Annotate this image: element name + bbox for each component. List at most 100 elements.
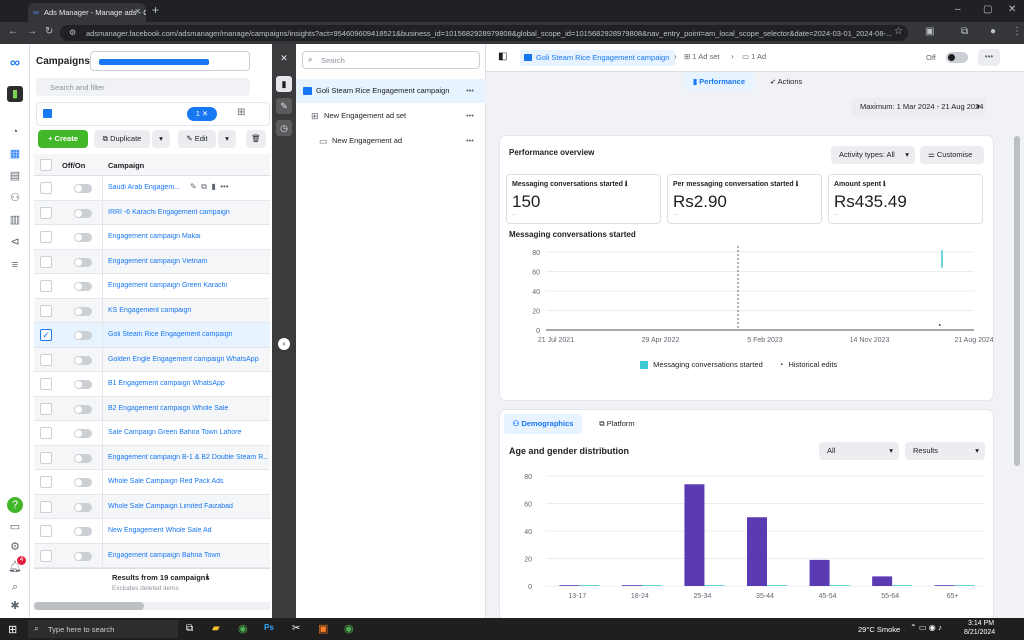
campaign-name-link[interactable]: Whole Sale Campaign Limited Faizabad — [108, 503, 268, 510]
xampp-icon[interactable]: ▣ — [318, 622, 328, 635]
table-row[interactable]: Saudi Arab Engagem... ✎ ⧉ ▮ ••• — [34, 176, 270, 201]
row-toggle[interactable] — [74, 551, 92, 561]
campaign-name-link[interactable]: Whole Sale Campaign Red Pack Ads — [108, 478, 268, 485]
row-checkbox[interactable] — [40, 182, 52, 194]
maximize-icon[interactable]: ▢ — [983, 4, 992, 15]
row-checkbox[interactable] — [40, 280, 52, 292]
close-panel-icon[interactable]: ✕ — [276, 50, 292, 66]
tab-performance[interactable]: ▮ Performance — [684, 72, 754, 91]
tab-demographics[interactable]: ⚇ Demographics — [504, 414, 582, 434]
table-row[interactable]: Engagement campaign Bahria Town — [34, 543, 270, 568]
search-icon[interactable]: ⌕ — [7, 579, 23, 595]
bookmark-star-icon[interactable]: ☆ — [894, 26, 903, 37]
info-icon[interactable]: ℹ — [625, 181, 628, 188]
all-tools-menu-icon[interactable]: ≡ — [7, 257, 23, 273]
tab-actions[interactable]: ➶ Actions — [761, 72, 811, 91]
profile-icon[interactable]: ● — [990, 26, 996, 37]
chrome-icon[interactable]: ◉ — [238, 622, 248, 635]
extension-icon[interactable]: ▣ — [925, 26, 934, 37]
row-toggle[interactable] — [74, 502, 92, 512]
capcut-icon[interactable]: ✂ — [292, 623, 300, 634]
table-row[interactable]: IRRI -6 Karachi Engagement campaign — [34, 200, 270, 225]
new-tab-icon[interactable]: + — [152, 3, 159, 17]
adset-more-icon[interactable]: ••• — [466, 104, 474, 128]
campaign-name-link[interactable]: IRRI -6 Karachi Engagement campaign — [108, 209, 268, 216]
reload-icon[interactable]: ↻ — [45, 26, 53, 37]
campaign-name-link[interactable]: B1 Engagement campaign WhatsApp — [108, 380, 268, 387]
table-row[interactable]: Engagement campaign Green Karachi — [34, 274, 270, 299]
breadcrumb-ad[interactable]: ▭ 1 Ad — [742, 52, 766, 61]
row-checkbox[interactable] — [40, 427, 52, 439]
row-duplicate-icon[interactable]: ⧉ — [201, 182, 207, 191]
row-checkbox[interactable] — [40, 500, 52, 513]
campaign-name-link[interactable]: Engagement campaign Bahria Town — [108, 552, 268, 559]
breadcrumb-adset[interactable]: ⊞ 1 Ad set — [684, 52, 719, 61]
site-info-icon[interactable]: ⚙ — [69, 28, 76, 37]
tree-search-input[interactable]: ⌕ Search — [302, 51, 480, 69]
row-checkbox[interactable] — [40, 402, 52, 415]
row-checkbox[interactable] — [40, 476, 52, 488]
taskbar-search[interactable]: ⌕ Type here to search — [28, 620, 178, 638]
tab-platform[interactable]: ⧉ Platform — [588, 414, 646, 434]
offon-column-header[interactable]: Off/On — [62, 161, 85, 170]
row-toggle[interactable] — [74, 233, 92, 242]
campaigns-table-icon[interactable]: ▦ — [7, 146, 23, 162]
pages-icon[interactable]: ▤ — [7, 168, 23, 184]
table-row[interactable]: Golden Engle Engagement campaign WhatsAp… — [34, 347, 270, 372]
row-toggle[interactable] — [74, 184, 92, 193]
row-toggle[interactable] — [74, 208, 92, 218]
chrome-menu-icon[interactable]: ⋮ — [1012, 26, 1022, 37]
row-toggle[interactable] — [74, 306, 92, 316]
date-range-picker[interactable]: Maximum: 1 Mar 2024 - 21 Aug 2024 ▾ — [852, 98, 986, 116]
minimize-icon[interactable]: – — [955, 4, 961, 15]
filter-count-chip[interactable]: 1 ✕ — [187, 107, 217, 121]
row-more-icon[interactable]: ••• — [220, 182, 228, 191]
close-window-icon[interactable]: ✕ — [1008, 4, 1016, 15]
chrome-active-icon[interactable]: ◉ — [344, 622, 354, 635]
campaign-name-link[interactable]: Engagement campaign Vietnam — [108, 258, 268, 265]
row-checkbox[interactable] — [40, 231, 52, 243]
url-field[interactable]: ⚙ adsmanager.facebook.com/adsmanager/man… — [60, 25, 908, 41]
row-toggle[interactable] — [74, 453, 92, 463]
extensions-puzzle-icon[interactable]: ⧉ — [961, 26, 968, 37]
row-toggle[interactable] — [74, 527, 92, 536]
table-row[interactable]: KS Engagement campaign — [34, 298, 270, 323]
filter-folder-icon[interactable] — [43, 109, 52, 118]
results-filter-dropdown[interactable]: Results ▾ — [905, 442, 985, 460]
row-toggle[interactable] — [74, 282, 92, 291]
campaign-on-off-toggle[interactable] — [946, 52, 968, 63]
account-avatar[interactable]: ▮ — [7, 86, 23, 102]
chart-view-icon[interactable]: ▮ — [276, 76, 292, 92]
campaign-name-link[interactable]: Engagement campaign B-1 & B2 Double Stea… — [108, 454, 268, 461]
row-toggle[interactable] — [74, 380, 92, 389]
ads-manager-icon[interactable]: ⊲ — [7, 234, 23, 250]
campaign-column-header[interactable]: Campaign — [108, 161, 144, 170]
duplicate-dropdown-button[interactable]: ▾ — [152, 130, 170, 148]
windows-start-icon[interactable]: ⊞ — [8, 623, 17, 636]
sidebar-toggle-icon[interactable]: ◧ — [498, 51, 507, 62]
reports-icon[interactable]: ▥ — [7, 212, 23, 228]
duplicate-button[interactable]: ⧉ Duplicate — [94, 130, 150, 148]
help-icon[interactable]: ? — [7, 497, 23, 513]
tree-adset-item[interactable]: ⊞ New Engagement ad set ••• — [296, 104, 486, 128]
table-row[interactable]: New Engagement Whole Sale Ad — [34, 519, 270, 544]
campaign-name-link[interactable]: Engagement campaign Green Karachi — [108, 282, 268, 289]
grid-view-icon[interactable]: ⊞ — [237, 107, 245, 118]
table-row[interactable]: B2 Engagement campaign Whole Sale — [34, 396, 270, 421]
tree-campaign-item[interactable]: Goli Steam Rice Engagement campaign ••• — [296, 79, 486, 103]
campaign-name-link[interactable]: Sale Campaign Green Bahira Town Lahore — [108, 429, 268, 436]
edit-pencil-icon[interactable]: ✎ — [276, 98, 292, 114]
browser-tab[interactable]: ∞ Ads Manager - Manage ads - C ✕ — [28, 3, 146, 22]
row-checkbox[interactable] — [40, 255, 52, 268]
table-row[interactable]: Whole Sale Campaign Limited Faizabad — [34, 494, 270, 519]
campaign-name-link[interactable]: Golden Engle Engagement campaign WhatsAp… — [108, 356, 268, 363]
notifications-bell-icon[interactable]: 🔔︎ 4 — [7, 556, 26, 575]
table-row[interactable]: Engagement campaign Vietnam — [34, 249, 270, 274]
file-explorer-icon[interactable]: ▰ — [212, 623, 220, 634]
task-view-icon[interactable]: ⧉ — [186, 623, 193, 634]
create-button[interactable]: + Create — [38, 130, 88, 148]
table-row[interactable]: B1 Engagement campaign WhatsApp — [34, 372, 270, 397]
row-checkbox[interactable]: ✓ — [40, 329, 52, 341]
table-row[interactable]: Engagement campaign B-1 & B2 Double Stea… — [34, 445, 270, 470]
photoshop-icon[interactable]: Ps — [264, 623, 274, 632]
